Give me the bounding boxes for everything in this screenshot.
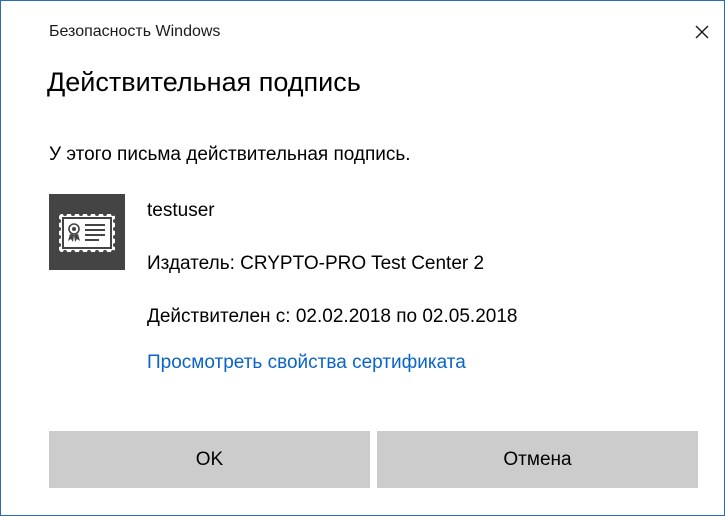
view-certificate-link[interactable]: Просмотреть свойства сертификата <box>147 352 466 374</box>
close-button[interactable] <box>685 15 719 49</box>
signature-message: У этого письма действительная подпись. <box>49 144 411 165</box>
dialog-heading: Действительная подпись <box>47 67 361 97</box>
certificate-subject: testuser <box>147 200 215 221</box>
window-title: Безопасность Windows <box>49 23 221 40</box>
ok-button[interactable]: OK <box>49 431 370 488</box>
certificate-icon <box>49 194 125 270</box>
certificate-issuer: Издатель: CRYPTO-PRO Test Center 2 <box>147 253 485 274</box>
certificate-validity: Действителен с: 02.02.2018 по 02.05.2018 <box>147 306 518 327</box>
close-icon <box>695 25 709 39</box>
security-dialog: Безопасность Windows Действительная подп… <box>0 0 725 516</box>
cancel-button[interactable]: Отмена <box>377 431 698 488</box>
